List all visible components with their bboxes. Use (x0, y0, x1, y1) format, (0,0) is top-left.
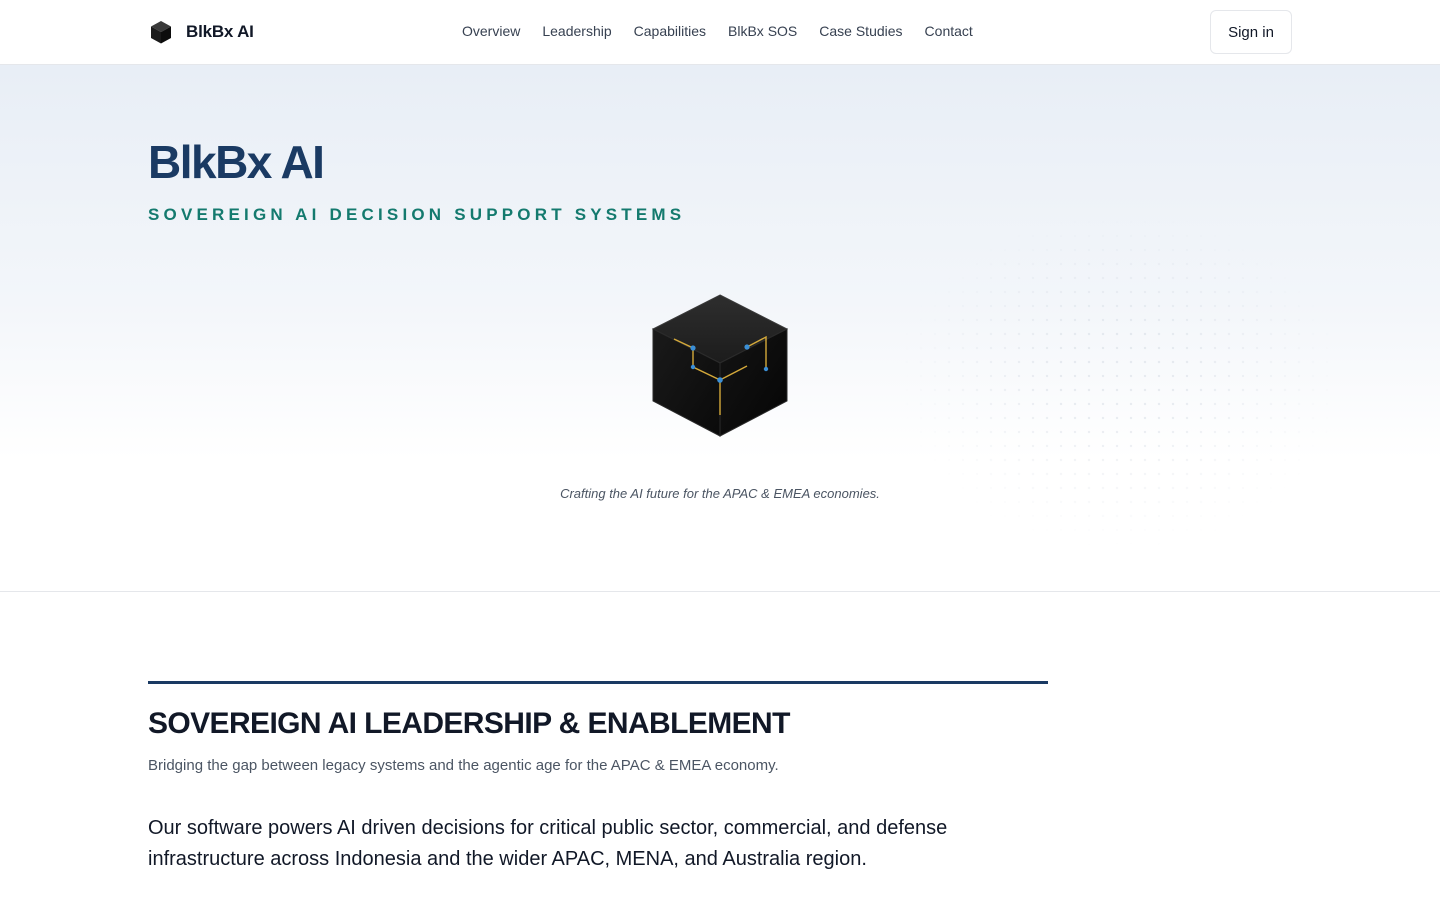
hero-subtitle: SOVEREIGN AI DECISION SUPPORT SYSTEMS (148, 205, 686, 224)
hero-title: BlkBx AI (148, 136, 325, 188)
brand-name: BlkBx AI (186, 22, 254, 41)
nav-case-studies[interactable]: Case Studies (819, 22, 902, 40)
section-body-text: Our software powers AI driven decisions … (148, 817, 948, 870)
top-navigation-bar: BlkBx AI Overview Leadership Capabilitie… (0, 0, 1440, 65)
sign-in-button[interactable]: Sign in (1210, 10, 1292, 54)
section-heading: SOVEREIGN AI LEADERSHIP & ENABLEMENT (148, 707, 790, 740)
circuit-cube-icon (651, 294, 789, 437)
section-divider (148, 681, 1048, 684)
nav-capabilities[interactable]: Capabilities (634, 22, 706, 40)
cube-logo-icon (151, 21, 171, 44)
nav-leadership[interactable]: Leadership (542, 22, 611, 40)
nav-contact[interactable]: Contact (925, 22, 973, 40)
nav-overview[interactable]: Overview (462, 22, 520, 40)
brand-home-link[interactable]: BlkBx AI (148, 18, 254, 46)
hero-section: BlkBx AI SOVEREIGN AI DECISION SUPPORT S… (0, 65, 1440, 592)
section-subheading: Bridging the gap between legacy systems … (148, 757, 779, 774)
nav-blkbx-sos[interactable]: BlkBx SOS (728, 22, 797, 40)
hero-tagline: Crafting the AI future for the APAC & EM… (560, 486, 880, 501)
main-nav: Overview Leadership Capabilities BlkBx S… (462, 22, 973, 40)
